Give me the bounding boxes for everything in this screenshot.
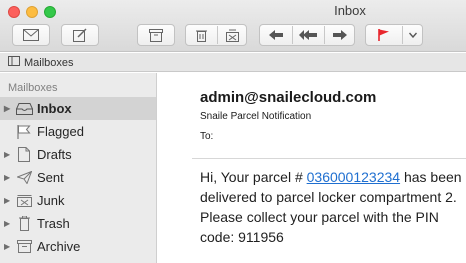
disclosure-triangle-icon[interactable]: ▶ [4, 104, 12, 113]
mailboxes-toggle-button[interactable]: Mailboxes [8, 55, 74, 70]
sidebar-item-label: Inbox [37, 101, 72, 116]
archive-box-icon [149, 28, 163, 42]
favorites-bar: Mailboxes [0, 53, 466, 72]
disclosure-triangle-icon[interactable]: ▶ [4, 150, 12, 159]
minimize-window-button[interactable] [26, 6, 38, 18]
sidebar-item-label: Junk [37, 193, 65, 208]
trash-icon [196, 29, 207, 42]
sidebar-toggle-icon [8, 56, 24, 69]
parcel-number-link[interactable]: 036000123234 [307, 169, 400, 185]
document-icon [15, 147, 33, 163]
delete-button[interactable] [186, 25, 217, 45]
paper-plane-icon [15, 170, 33, 186]
forward-arrow-icon [333, 30, 347, 40]
junk-button[interactable] [217, 25, 248, 45]
sidebar-item-flagged[interactable]: Flagged [0, 120, 156, 143]
forward-button[interactable] [324, 25, 356, 45]
sidebar-item-drafts[interactable]: ▶ Drafts [0, 143, 156, 166]
message-to-label: To: [200, 131, 214, 142]
compose-button[interactable] [61, 24, 99, 46]
reply-all-button[interactable] [292, 25, 324, 45]
flag-menu-button[interactable] [402, 25, 424, 45]
sidebar-item-trash[interactable]: ▶ Trash [0, 212, 156, 235]
flag-segment [365, 24, 423, 46]
message-sender[interactable]: admin@snailecloud.com [200, 89, 376, 106]
archive-button[interactable] [137, 24, 175, 46]
junk-icon [226, 29, 239, 42]
flag-icon [378, 29, 390, 41]
sidebar-item-archive[interactable]: ▶ Archive [0, 235, 156, 258]
sidebar-item-label: Drafts [37, 147, 72, 162]
disclosure-triangle-icon[interactable]: ▶ [4, 173, 12, 182]
sidebar-header: Mailboxes [8, 82, 58, 94]
header-divider [192, 158, 466, 159]
body-text-before-link: Hi, Your parcel # [200, 169, 307, 185]
get-mail-button[interactable] [12, 24, 50, 46]
reply-all-arrow-icon [299, 30, 317, 40]
chevron-down-icon [409, 32, 417, 38]
trash-can-icon [15, 216, 33, 232]
message-pane: admin@snailecloud.com Snaile Parcel Noti… [158, 73, 466, 263]
close-window-button[interactable] [8, 6, 20, 18]
inbox-tray-icon [15, 101, 33, 117]
zoom-window-button[interactable] [44, 6, 56, 18]
reply-arrow-icon [269, 30, 283, 40]
disclosure-triangle-icon[interactable]: ▶ [4, 196, 12, 205]
reply-segment [259, 24, 355, 46]
message-subject: Snaile Parcel Notification [200, 111, 312, 122]
sidebar-item-label: Flagged [37, 124, 84, 139]
flag-button[interactable] [366, 25, 402, 45]
title-bar: Inbox [0, 0, 466, 52]
sidebar-item-label: Sent [37, 170, 64, 185]
envelope-icon [23, 29, 39, 41]
mailbox-sidebar: Mailboxes ▶ Inbox Flagged ▶ Drafts ▶ Sen… [0, 73, 157, 263]
window-title: Inbox [334, 3, 366, 18]
compose-icon [73, 28, 87, 42]
sidebar-item-sent[interactable]: ▶ Sent [0, 166, 156, 189]
disclosure-triangle-icon[interactable]: ▶ [4, 219, 12, 228]
sidebar-item-label: Trash [37, 216, 70, 231]
archive-box-icon [15, 239, 33, 255]
flag-outline-icon [15, 124, 33, 140]
reply-button[interactable] [260, 25, 292, 45]
sidebar-item-label: Archive [37, 239, 81, 254]
sidebar-item-junk[interactable]: ▶ Junk [0, 189, 156, 212]
disclosure-triangle-icon[interactable]: ▶ [4, 242, 12, 251]
sidebar-item-inbox[interactable]: ▶ Inbox [0, 97, 156, 120]
junk-tray-icon [15, 193, 33, 209]
message-body: Hi, Your parcel # 036000123234 has been … [200, 167, 466, 247]
delete-junk-segment [185, 24, 247, 46]
mailboxes-label: Mailboxes [24, 56, 74, 69]
